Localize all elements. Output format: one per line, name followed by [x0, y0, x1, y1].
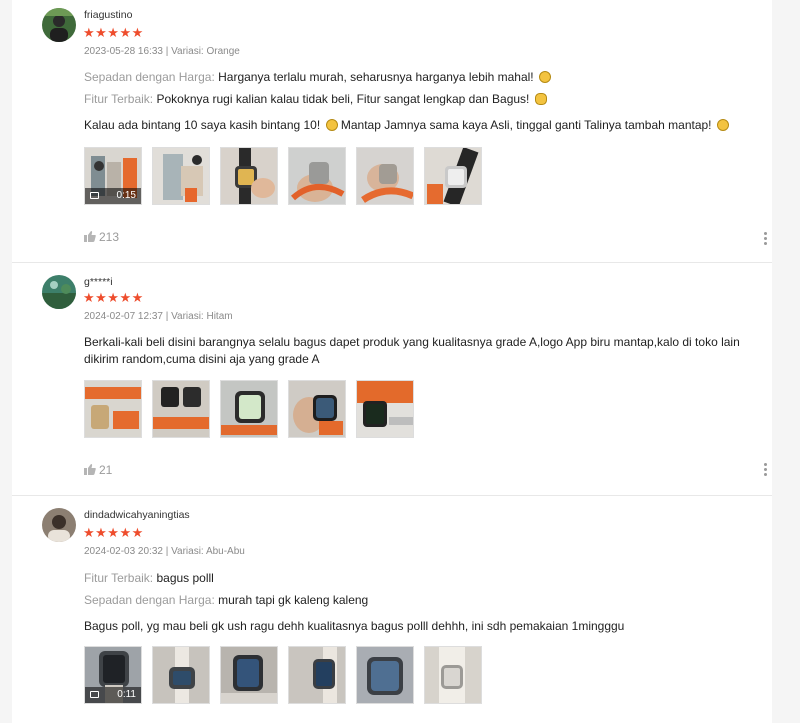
grinning-emoji-icon: [325, 119, 338, 131]
review-video-thumbnail[interactable]: 0:11: [84, 646, 142, 704]
avatar[interactable]: [42, 8, 76, 42]
video-camera-icon: [90, 192, 99, 199]
reviewer-username[interactable]: g*****i: [84, 276, 113, 288]
review-item: g*****i ★★★★★ 2024-02-07 12:37 | Variasi…: [12, 262, 772, 496]
review-meta: 2023-05-28 16:33 | Variasi: Orange: [84, 46, 240, 57]
field-label: Fitur Terbaik:: [84, 92, 154, 106]
review-photo-thumbnail[interactable]: [424, 147, 482, 205]
review-photo-thumbnail[interactable]: [356, 646, 414, 704]
more-options-button[interactable]: [758, 231, 772, 247]
rating-stars: ★★★★★: [83, 25, 144, 40]
video-camera-icon: [90, 691, 99, 698]
review-field-feature: Fitur Terbaik: bagus polll: [84, 571, 214, 585]
review-video-thumbnail[interactable]: 0:15: [84, 147, 142, 205]
review-photo-thumbnail[interactable]: [152, 646, 210, 704]
review-photo-thumbnail[interactable]: [288, 646, 346, 704]
field-label: Fitur Terbaik:: [84, 571, 154, 585]
field-label: Sepadan dengan Harga:: [84, 593, 215, 607]
review-photo-thumbnail[interactable]: [356, 147, 414, 205]
review-photo-thumbnail[interactable]: [220, 147, 278, 205]
review-photo-thumbnail[interactable]: [356, 380, 414, 438]
review-body: Kalau ada bintang 10 saya kasih bintang …: [84, 118, 729, 132]
review-body-part: Mantap Jamnya sama kaya Asli, tinggal ga…: [337, 118, 715, 132]
reviewer-username[interactable]: friagustino: [84, 9, 132, 21]
field-label: Sepadan dengan Harga:: [84, 70, 215, 84]
video-badge: 0:11: [85, 687, 141, 703]
review-photo-thumbnail[interactable]: [424, 646, 482, 704]
like-button[interactable]: 213: [84, 230, 119, 244]
ok-hand-emoji-icon: [534, 93, 547, 105]
more-vertical-icon: [763, 463, 767, 466]
rating-stars: ★★★★★: [83, 525, 144, 540]
more-vertical-icon: [763, 232, 767, 235]
reviewer-username[interactable]: dindadwicahyaningtias: [84, 509, 190, 521]
thumbs-up-icon: [84, 231, 96, 242]
video-badge: 0:15: [85, 188, 141, 204]
review-photo-thumbnail[interactable]: [288, 380, 346, 438]
review-body: Bagus poll, yg mau beli gk ush ragu dehh…: [84, 619, 625, 633]
review-field-feature: Fitur Terbaik: Pokoknya rugi kalian kala…: [84, 92, 547, 106]
review-photo-thumbnail[interactable]: [220, 646, 278, 704]
video-duration: 0:11: [117, 689, 136, 700]
review-item: dindadwicahyaningtias ★★★★★ 2024-02-03 2…: [12, 495, 772, 723]
review-photo-thumbnail[interactable]: [84, 380, 142, 438]
like-count: 21: [99, 463, 113, 477]
rating-stars: ★★★★★: [83, 290, 144, 305]
field-value: Harganya terlalu murah, seharusnya harga…: [214, 70, 534, 84]
thumbs-up-icon: [84, 464, 96, 475]
review-field-price: Sepadan dengan Harga: Harganya terlalu m…: [84, 70, 551, 84]
field-value: Pokoknya rugi kalian kalau tidak beli, F…: [153, 92, 530, 106]
review-body: Berkali-kali beli disini barangnya selal…: [84, 335, 740, 366]
grinning-emoji-icon: [716, 119, 729, 131]
grinning-emoji-icon: [538, 71, 551, 83]
like-button[interactable]: 21: [84, 463, 112, 477]
avatar[interactable]: [42, 508, 76, 542]
review-photo-thumbnail[interactable]: [288, 147, 346, 205]
review-body-part: Kalau ada bintang 10 saya kasih bintang …: [84, 118, 324, 132]
review-meta: 2024-02-03 20:32 | Variasi: Abu-Abu: [84, 546, 245, 557]
review-item: friagustino ★★★★★ 2023-05-28 16:33 | Var…: [12, 0, 772, 263]
field-value: bagus polll: [153, 571, 214, 585]
review-photo-thumbnail[interactable]: [220, 380, 278, 438]
review-photo-thumbnail[interactable]: [152, 147, 210, 205]
review-meta: 2024-02-07 12:37 | Variasi: Hitam: [84, 311, 233, 322]
review-photo-thumbnail[interactable]: [152, 380, 210, 438]
like-count: 213: [99, 230, 120, 244]
more-options-button[interactable]: [758, 462, 772, 478]
reviews-panel: friagustino ★★★★★ 2023-05-28 16:33 | Var…: [12, 0, 772, 723]
review-field-price: Sepadan dengan Harga: murah tapi gk kale…: [84, 593, 368, 607]
field-value: murah tapi gk kaleng kaleng: [214, 593, 369, 607]
video-duration: 0:15: [116, 190, 136, 201]
avatar[interactable]: [42, 275, 76, 309]
